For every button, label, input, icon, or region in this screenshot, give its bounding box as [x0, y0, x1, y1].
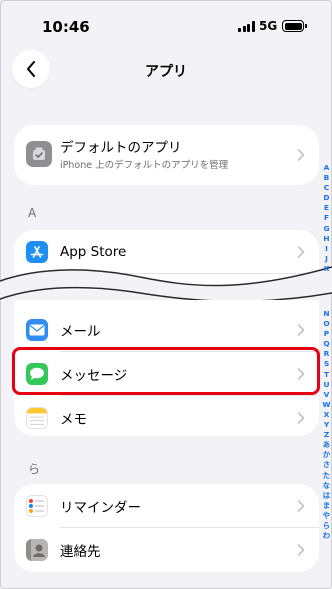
chevron-right-icon	[297, 324, 305, 336]
status-bar: 10:46 5G	[0, 0, 332, 46]
index-letter[interactable]: J	[321, 254, 332, 264]
contacts-label: 連絡先	[60, 544, 101, 560]
index-letter[interactable]: わ	[321, 531, 332, 541]
network-label: 5G	[259, 19, 278, 33]
mail-row[interactable]: メール	[14, 308, 319, 352]
status-time: 10:46	[42, 18, 90, 36]
index-letter[interactable]: T	[321, 370, 332, 380]
default-apps-group: デフォルトのアプリ iPhone 上のデフォルトのアプリを管理	[14, 125, 319, 185]
index-letter[interactable]: は	[321, 491, 332, 501]
section-index-top[interactable]: ABCDEFGHIJK	[321, 163, 332, 274]
index-letter[interactable]: な	[321, 481, 332, 491]
section-ra-group: リマインダー 連絡先	[14, 484, 319, 572]
index-letter[interactable]: ま	[321, 501, 332, 511]
default-apps-row[interactable]: デフォルトのアプリ iPhone 上のデフォルトのアプリを管理	[14, 125, 319, 185]
index-letter[interactable]: あ	[321, 440, 332, 450]
default-apps-subtitle: iPhone 上のデフォルトのアプリを管理	[60, 160, 229, 171]
section-index-bottom[interactable]: NOPQRSTUVWXYZあかさたなはまやらわ	[321, 309, 332, 541]
index-letter[interactable]: Q	[321, 339, 332, 349]
section-header-a: A	[28, 206, 37, 220]
chevron-right-icon	[297, 149, 305, 161]
index-letter[interactable]: H	[321, 234, 332, 244]
chevron-right-icon	[297, 412, 305, 424]
notes-row[interactable]: メモ	[14, 396, 319, 436]
notes-app-icon	[26, 407, 48, 429]
index-letter[interactable]: S	[321, 359, 332, 369]
battery-cap	[305, 24, 307, 28]
section-header-ra: ら	[28, 462, 41, 476]
index-letter[interactable]: N	[321, 309, 332, 319]
index-letter[interactable]: X	[321, 410, 332, 420]
index-letter[interactable]: E	[321, 203, 332, 213]
contacts-row[interactable]: 連絡先	[14, 528, 319, 572]
index-letter[interactable]: B	[321, 173, 332, 183]
index-letter[interactable]: た	[321, 471, 332, 481]
mail-label: メール	[60, 324, 101, 340]
index-letter[interactable]: K	[321, 264, 332, 274]
index-letter[interactable]: Y	[321, 420, 332, 430]
index-letter[interactable]: O	[321, 319, 332, 329]
index-letter[interactable]: や	[321, 511, 332, 521]
contacts-app-icon	[26, 539, 48, 561]
index-letter[interactable]: W	[321, 400, 332, 410]
index-letter[interactable]: ら	[321, 521, 332, 531]
signal-icon	[238, 21, 255, 32]
messages-highlight-box	[12, 347, 320, 395]
index-letter[interactable]: A	[321, 163, 332, 173]
index-letter[interactable]: V	[321, 390, 332, 400]
default-apps-title: デフォルトのアプリ	[60, 140, 182, 156]
app-store-label: App Store	[60, 244, 127, 260]
chevron-right-icon	[297, 500, 305, 512]
reminders-label: リマインダー	[60, 500, 141, 516]
index-letter[interactable]: G	[321, 224, 332, 234]
page-title: アプリ	[145, 64, 187, 80]
settings-app-icon	[26, 141, 52, 167]
battery-icon	[282, 20, 304, 32]
row-cut-top	[14, 300, 319, 308]
index-letter[interactable]: P	[321, 329, 332, 339]
index-letter[interactable]: R	[321, 349, 332, 359]
notes-label: メモ	[60, 412, 87, 428]
index-letter[interactable]: Z	[321, 430, 332, 440]
index-letter[interactable]: I	[321, 244, 332, 254]
reminders-app-icon	[26, 495, 48, 517]
index-letter[interactable]: F	[321, 213, 332, 223]
index-letter[interactable]: C	[321, 183, 332, 193]
chevron-right-icon	[297, 544, 305, 556]
index-letter[interactable]: D	[321, 193, 332, 203]
index-letter[interactable]: U	[321, 380, 332, 390]
chevron-right-icon	[297, 246, 305, 258]
reminders-row[interactable]: リマインダー	[14, 484, 319, 528]
mail-app-icon	[26, 319, 48, 341]
index-letter[interactable]: さ	[321, 460, 332, 470]
index-letter[interactable]: か	[321, 450, 332, 460]
